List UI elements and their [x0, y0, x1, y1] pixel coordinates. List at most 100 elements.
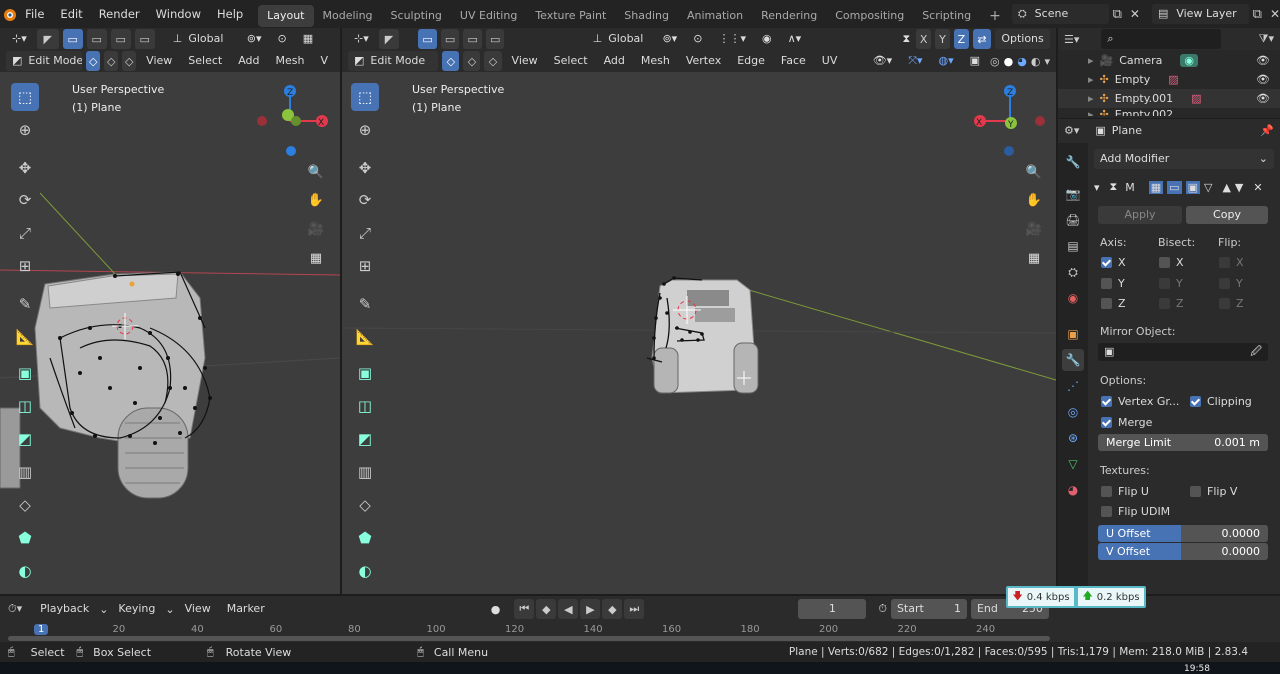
timeline-menu-keying[interactable]: Keying: [112, 598, 161, 620]
right-navigation-gizmo[interactable]: Z X Y: [970, 83, 1050, 163]
bisect-y-checkbox[interactable]: Y: [1159, 277, 1183, 290]
extrude-tool[interactable]: ▣: [11, 359, 39, 387]
tab-sculpting[interactable]: Sculpting: [382, 5, 451, 27]
output-tab-icon[interactable]: 🖨: [1062, 209, 1084, 231]
cage-toggle-icon[interactable]: ▽: [1204, 181, 1212, 194]
timeline-menu-marker[interactable]: Marker: [221, 598, 271, 620]
mirror-axis-icon[interactable]: ⧗: [901, 28, 913, 50]
right-menu-face[interactable]: Face: [775, 50, 812, 72]
rendered-shading-icon[interactable]: ◐: [1031, 55, 1041, 68]
select-box-tool[interactable]: ⬚: [351, 83, 379, 111]
right-snap-icon[interactable]: ⊙: [687, 28, 708, 50]
cursor-tool[interactable]: ⊕: [351, 116, 379, 144]
delete-view-layer-icon[interactable]: ✕: [1270, 7, 1280, 21]
scene-selector[interactable]: ⛭ Scene: [1011, 4, 1109, 24]
right-camera-view-icon[interactable]: 🎥: [1023, 218, 1045, 240]
outliner-filter-icon[interactable]: ⧩▾: [1259, 32, 1274, 46]
right-mode-dropdown[interactable]: ◩ Edit Mode: [348, 51, 439, 71]
start-frame-field[interactable]: Start 1: [890, 599, 967, 619]
menu-help[interactable]: Help: [209, 0, 251, 28]
right-pivot-icon[interactable]: ⊚▾: [656, 28, 683, 50]
expand-icon[interactable]: ▸: [1088, 54, 1094, 67]
left-face-select-icon[interactable]: ◇: [122, 51, 137, 71]
right-menu-mesh[interactable]: Mesh: [635, 50, 676, 72]
eye-icon[interactable]: 👁: [1256, 54, 1270, 67]
right-menu-uv[interactable]: UV: [816, 50, 844, 72]
left-3d-viewport[interactable]: ⬚ ⊕ ✥ ⟳ ⤢ ⊞ ✎ 📐 ▣ ◫ ◩ ▥ ◇ ⬟ ◐ User Persp…: [0, 28, 340, 594]
new-view-layer-icon[interactable]: ⧉: [1253, 7, 1262, 22]
next-keyframe-icon[interactable]: ◆: [602, 599, 623, 619]
right-grid-toggle-icon[interactable]: ▦: [1023, 247, 1045, 269]
timeline-playhead[interactable]: 1: [34, 624, 49, 635]
left-select-mode-subtract-icon[interactable]: ▭: [110, 29, 131, 49]
right-vertex-select-icon[interactable]: ◇: [442, 51, 460, 71]
measure-tool[interactable]: 📐: [351, 323, 379, 351]
apply-button[interactable]: Apply: [1098, 206, 1182, 224]
select-box-tool[interactable]: ⬚: [11, 83, 39, 111]
transform-tool[interactable]: ⊞: [11, 252, 39, 280]
right-menu-select[interactable]: Select: [548, 50, 594, 72]
spin-tool[interactable]: ◐: [11, 557, 39, 585]
right-select-mode-subtract-icon[interactable]: ▭: [463, 29, 482, 49]
right-3d-viewport[interactable]: ⬚ ⊕ ✥ ⟳ ⤢ ⊞ ✎ 📐 ▣ ◫ ◩ ▥ ◇ ⬟ ◐ User Persp…: [342, 28, 1056, 594]
prev-keyframe-icon[interactable]: ◆: [536, 599, 557, 619]
right-menu-view[interactable]: View: [506, 50, 544, 72]
render-toggle-icon[interactable]: ▣: [1185, 180, 1200, 194]
render-tab-icon[interactable]: 📷: [1062, 183, 1084, 205]
stopwatch-icon[interactable]: ⏱: [878, 602, 887, 616]
flip-udim-checkbox[interactable]: Flip UDIM: [1101, 505, 1170, 518]
constraints-tab-icon[interactable]: ⊛: [1062, 427, 1084, 449]
right-falloff-icon[interactable]: ∧▾: [782, 28, 808, 50]
expand-icon[interactable]: ▸: [1088, 108, 1094, 116]
tab-texture-paint[interactable]: Texture Paint: [526, 5, 615, 27]
loop-cut-tool[interactable]: ▥: [351, 458, 379, 486]
menu-file[interactable]: File: [17, 0, 52, 28]
axis-x-checkbox[interactable]: X: [1101, 256, 1126, 269]
collapse-icon[interactable]: ▾: [1094, 181, 1100, 194]
poly-build-tool[interactable]: ⬟: [351, 524, 379, 552]
right-select-mode-new-icon[interactable]: ▭: [418, 29, 437, 49]
left-menu-add[interactable]: Add: [232, 50, 265, 72]
axis-y-checkbox[interactable]: Y: [1101, 277, 1125, 290]
remove-modifier-icon[interactable]: ✕: [1253, 181, 1262, 194]
rotate-tool[interactable]: ⟳: [11, 186, 39, 214]
right-pan-hand-icon[interactable]: ✋: [1023, 189, 1045, 211]
timeline-ruler[interactable]: 1 20 40 60 80 100 120 140 160 180 200 220 240: [0, 622, 1058, 642]
flip-u-checkbox[interactable]: Flip U: [1101, 485, 1149, 498]
realtime-toggle-icon[interactable]: ▭: [1167, 180, 1182, 194]
vertex-groups-checkbox[interactable]: Vertex Gr...: [1101, 395, 1179, 408]
tab-scripting[interactable]: Scripting: [913, 5, 980, 27]
current-frame-field[interactable]: 1: [798, 599, 867, 619]
outliner-item-empty[interactable]: ▸ ✣ Empty ▨ 👁: [1058, 70, 1280, 89]
tab-compositing[interactable]: Compositing: [826, 5, 913, 27]
tab-rendering[interactable]: Rendering: [752, 5, 826, 27]
right-proportional-icon[interactable]: ◉: [756, 28, 778, 50]
tab-animation[interactable]: Animation: [678, 5, 752, 27]
bisect-z-checkbox[interactable]: Z: [1159, 297, 1184, 310]
flip-v-checkbox[interactable]: Flip V: [1190, 485, 1237, 498]
right-edge-select-icon[interactable]: ◇: [463, 51, 481, 71]
blender-logo-icon[interactable]: [0, 0, 17, 28]
left-select-mode-new-icon[interactable]: ▭: [62, 29, 83, 49]
move-tool[interactable]: ✥: [11, 154, 39, 182]
physics-tab-icon[interactable]: ◎: [1062, 401, 1084, 423]
left-camera-view-icon[interactable]: 🎥: [305, 218, 327, 240]
spin-tool[interactable]: ◐: [351, 557, 379, 585]
inset-tool[interactable]: ◫: [11, 392, 39, 420]
menu-render[interactable]: Render: [91, 0, 148, 28]
xray-toggle-icon[interactable]: ▣: [964, 50, 986, 72]
annotate-tool[interactable]: ✎: [11, 290, 39, 318]
flip-x-checkbox[interactable]: X: [1219, 256, 1244, 269]
material-tab-icon[interactable]: ◕: [1062, 479, 1084, 501]
timeline-editor-icon[interactable]: ⏱▾: [8, 602, 22, 616]
material-shading-icon[interactable]: ◕: [1017, 55, 1027, 68]
shading-options-icon[interactable]: ▾: [1044, 55, 1050, 68]
gizmo-toggle-icon[interactable]: ⤧▾: [902, 50, 928, 72]
bisect-x-checkbox[interactable]: X: [1159, 256, 1184, 269]
overlay-toggle-icon[interactable]: ◍▾: [933, 50, 960, 72]
eye-icon[interactable]: 👁: [1256, 73, 1270, 86]
left-proportional-icon[interactable]: ▦: [297, 28, 319, 50]
outliner-item-empty-001[interactable]: ▸ ✣ Empty.001 ▨ 👁: [1058, 89, 1280, 108]
tab-layout[interactable]: Layout: [258, 4, 314, 27]
right-zoom-icon[interactable]: 🔍: [1023, 161, 1045, 183]
